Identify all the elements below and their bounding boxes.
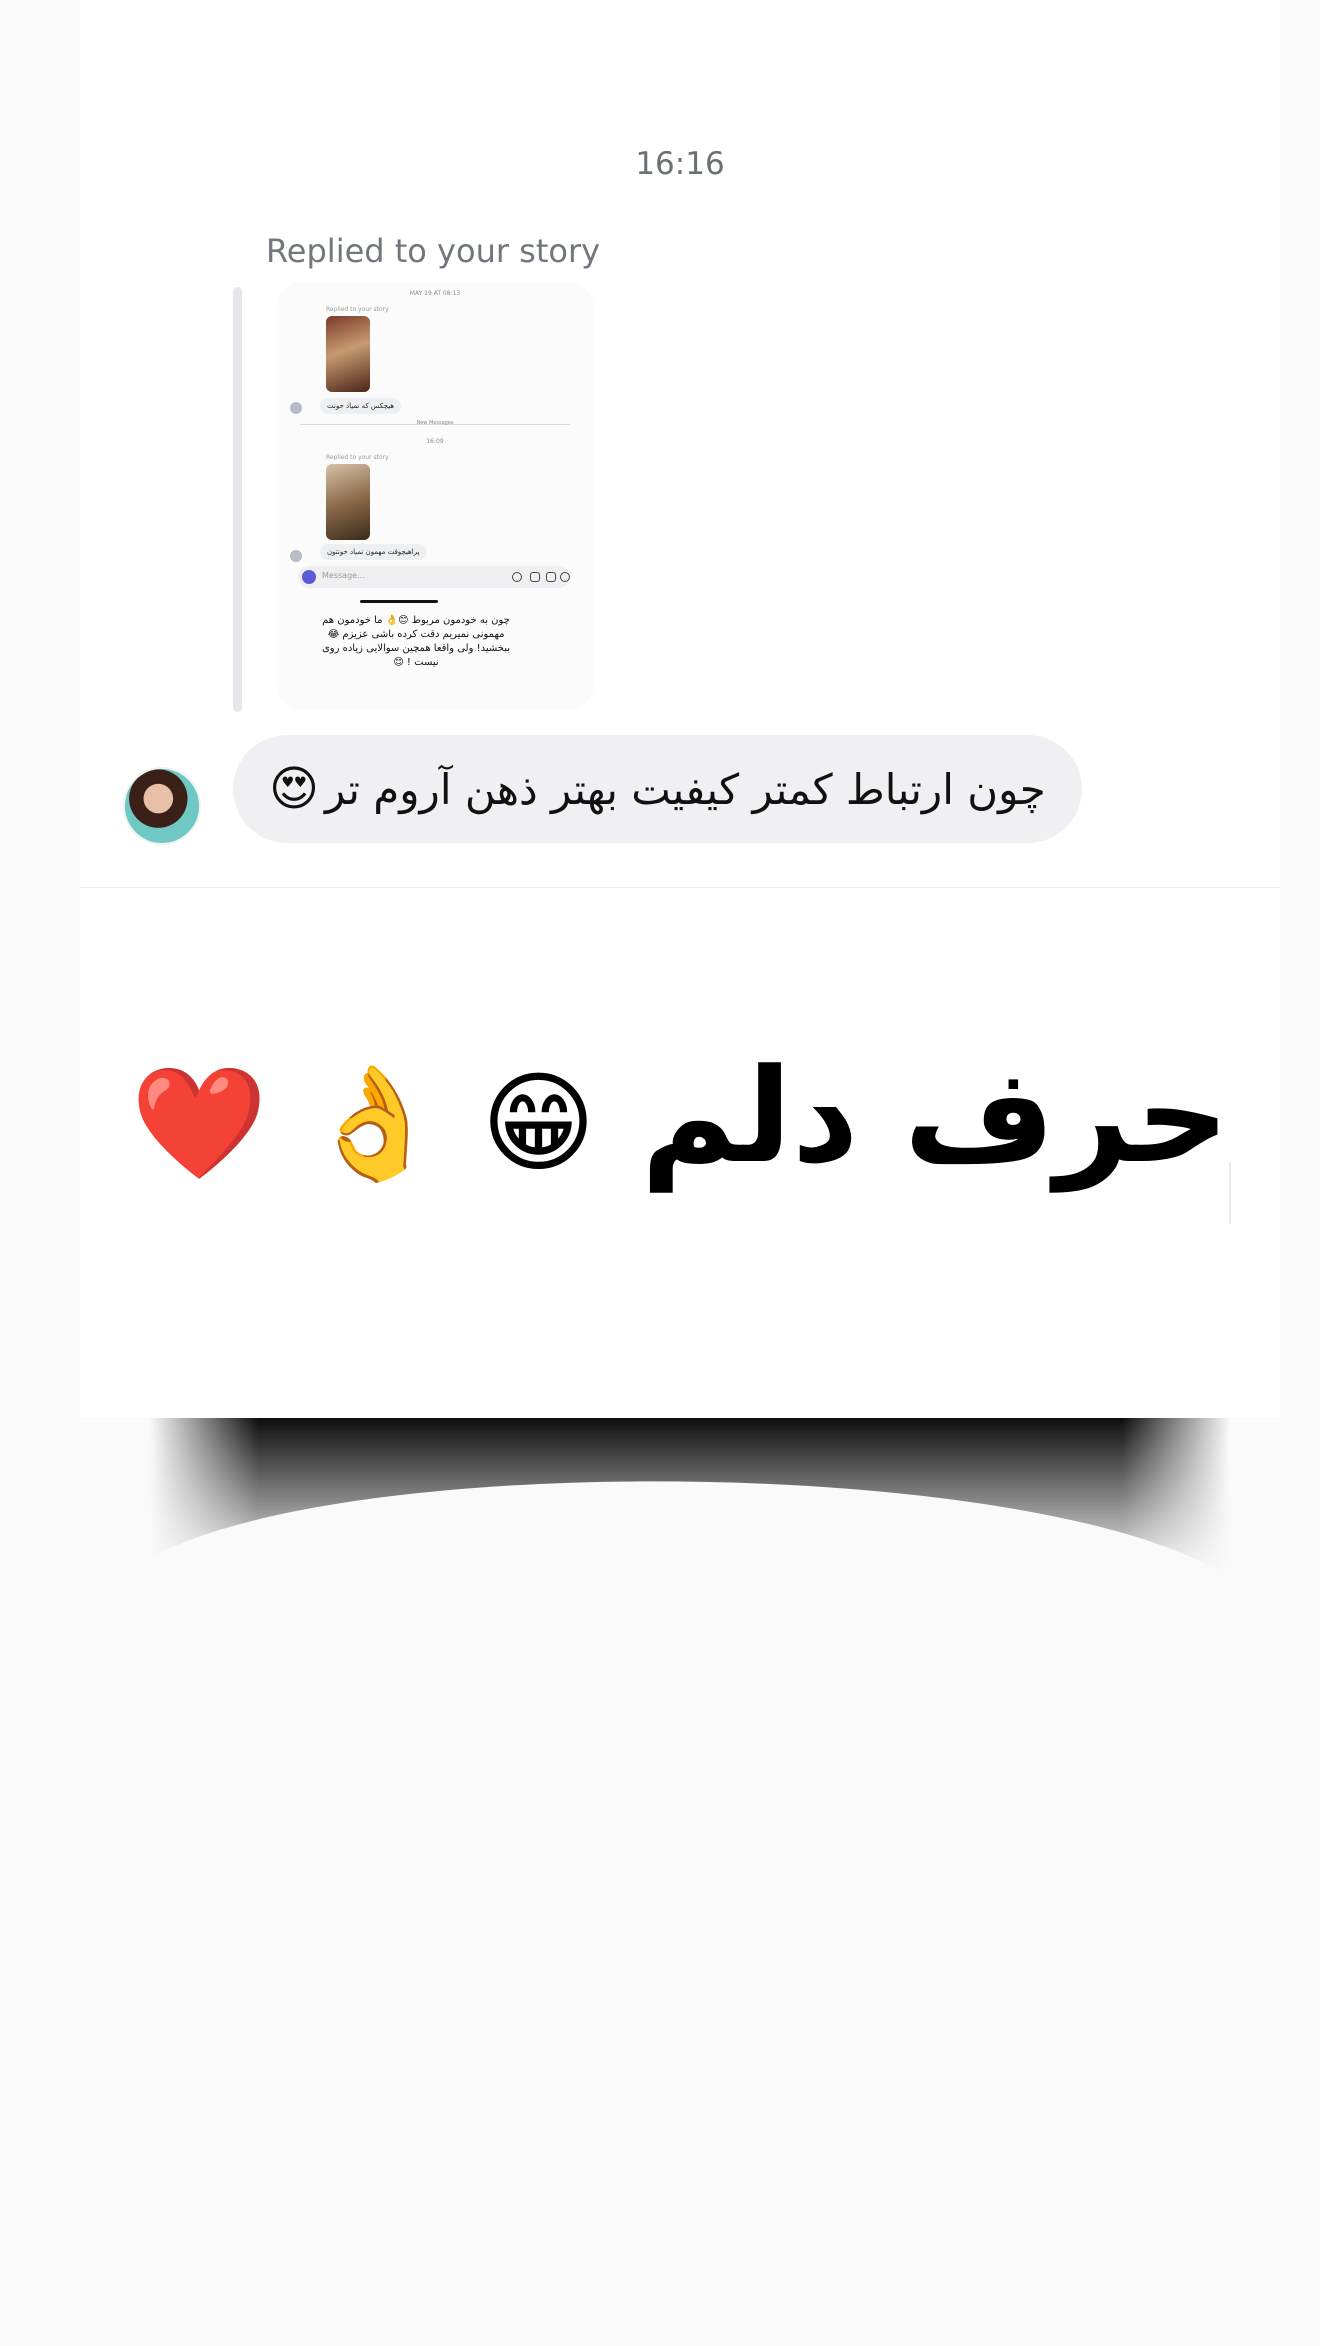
- story-banner: حرف دلم 😁 👌 ❤️: [80, 1000, 1280, 1260]
- banner-headline: حرف دلم 😁 👌 ❤️: [80, 1040, 1280, 1192]
- story-preview-thumbnail[interactable]: MAY 19 AT 08:13 Replied to your story هی…: [276, 282, 594, 710]
- microphone-icon: [512, 572, 522, 582]
- banner-title: حرف دلم: [641, 1040, 1230, 1192]
- preview-timestamp-top: MAY 19 AT 08:13: [409, 290, 461, 297]
- heart-eyes-emoji: 😍: [269, 761, 320, 817]
- message-bubble[interactable]: چون ارتباط کمتر کیفیت بهتر ذهن آروم تر 😍: [233, 735, 1082, 843]
- preview-reply-bubble-2: پراهیچوقت مهمون نمیاد خونتون: [320, 544, 427, 560]
- story-card: 16:16 Replied to your story MAY 19 AT 08…: [80, 0, 1280, 1418]
- chat-screenshot: 16:16 Replied to your story MAY 19 AT 08…: [80, 0, 1280, 888]
- preview-new-messages-label: New Messages: [416, 420, 454, 426]
- add-icon: [560, 572, 570, 582]
- message-text: چون ارتباط کمتر کیفیت بهتر ذهن آروم تر: [325, 764, 1046, 814]
- page-curl-shadow: [150, 1418, 1230, 1578]
- preview-timestamp-mid: 16:09: [426, 438, 444, 445]
- reply-quote-bar: [233, 287, 242, 712]
- preview-avatar-1: [290, 402, 302, 414]
- sticker-icon: [546, 572, 556, 582]
- reply-label: Replied to your story: [266, 232, 601, 270]
- message-timestamp: 16:16: [635, 146, 725, 182]
- preview-reply-bubble-1: هیچکس که نمیاد خونت: [320, 398, 401, 414]
- banner-emojis: 😁 👌 ❤️: [130, 1059, 596, 1187]
- image-icon: [530, 572, 540, 582]
- preview-replied-label-1: Replied to your story: [326, 306, 389, 313]
- preview-message-input: Message...: [298, 566, 570, 588]
- section-divider: [80, 887, 1280, 888]
- preview-home-indicator: [360, 600, 438, 603]
- preview-avatar-2: [290, 550, 302, 562]
- preview-replied-label-2: Replied to your story: [326, 454, 389, 461]
- camera-icon: [302, 570, 316, 584]
- preview-caption: چون به خودمون مربوط 😊👌 ما خودمون هم مهمو…: [321, 615, 511, 668]
- preview-story-image-1: [326, 316, 370, 392]
- preview-story-image-2: [326, 464, 370, 540]
- banner-edge-line: [1229, 1162, 1231, 1224]
- preview-input-placeholder: Message...: [322, 571, 365, 580]
- sender-avatar[interactable]: [123, 767, 201, 845]
